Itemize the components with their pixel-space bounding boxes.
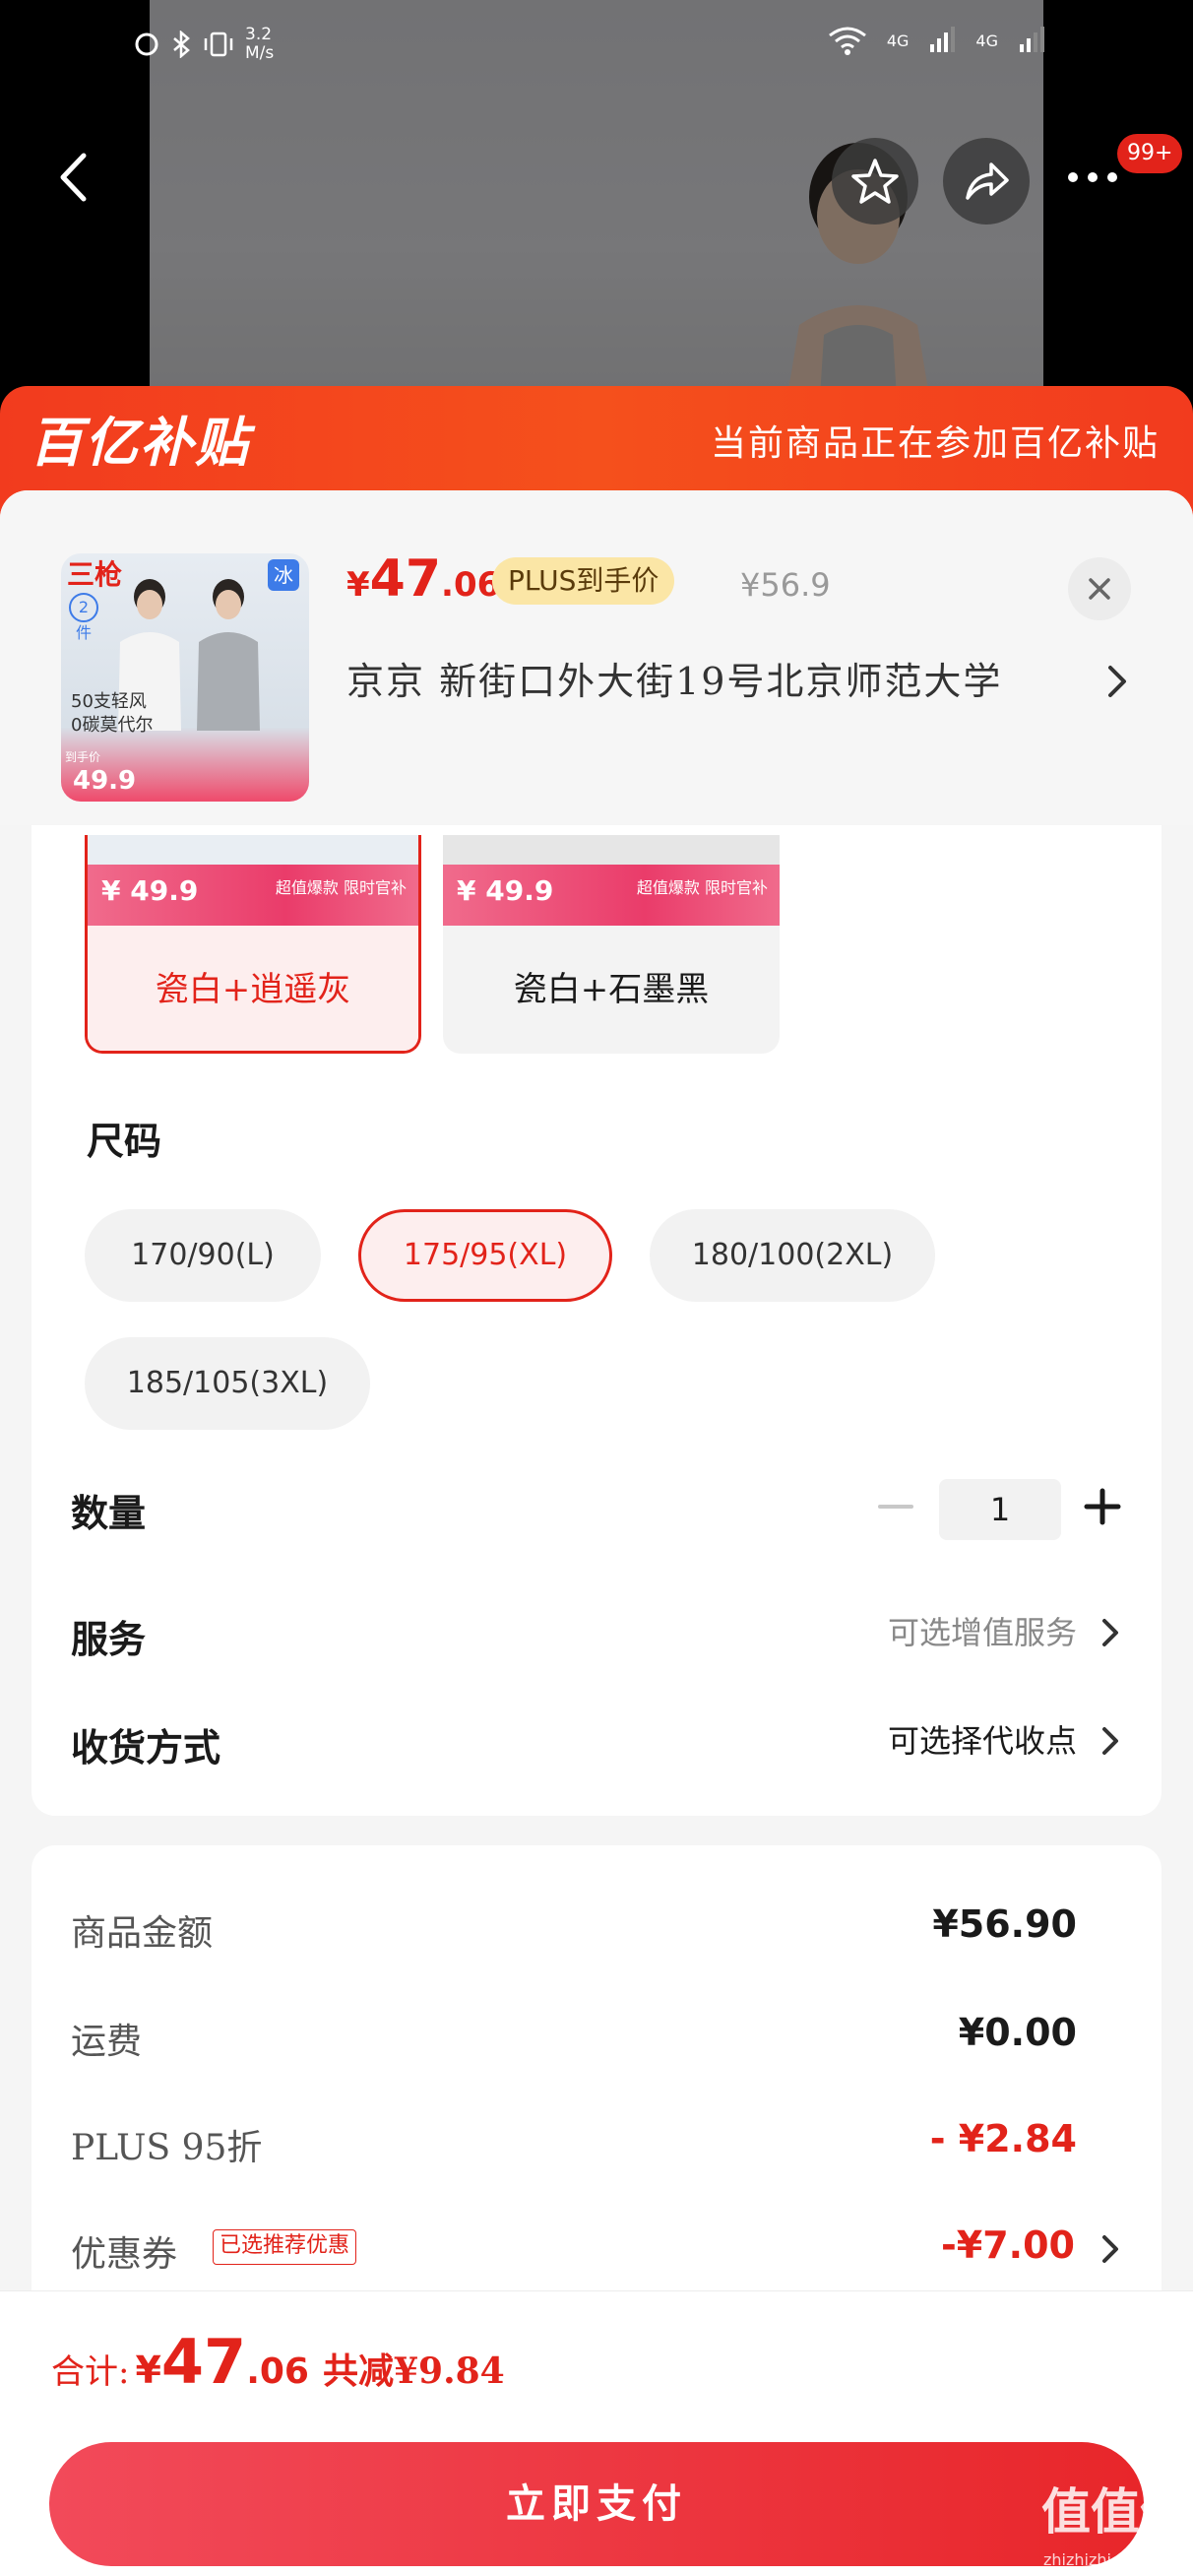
thumbnail-ice-tag: 冰 xyxy=(268,559,299,591)
subsidy-banner-text: 当前商品正在参加百亿补贴 xyxy=(710,423,1160,464)
thumbnail-brand: 三枪 xyxy=(67,558,123,591)
price-integer: 47 xyxy=(369,549,442,609)
more-dot-icon xyxy=(1088,172,1098,182)
thumbnail-price-label: 到手价 xyxy=(65,750,101,764)
total-integer: 47 xyxy=(160,2326,247,2398)
chevron-right-icon[interactable] xyxy=(1099,1723,1122,1759)
color-option-label: 瓷白+逍遥灰 xyxy=(88,926,418,1051)
size-option[interactable]: 180/100(2XL) xyxy=(650,1209,935,1302)
vibrate-icon xyxy=(204,32,233,57)
thumbnail-caption-1: 50支轻风 xyxy=(71,691,147,712)
chevron-right-icon[interactable] xyxy=(1102,660,1132,703)
plus-discount-value: - ¥2.84 xyxy=(929,2117,1077,2160)
service-value[interactable]: 可选增值服务 xyxy=(888,1611,1077,1654)
original-price: ¥56.9 xyxy=(740,566,831,604)
share-button[interactable] xyxy=(943,138,1030,225)
network-label-1: 4G xyxy=(886,31,910,50)
subsidy-logo: 百亿补贴 xyxy=(30,412,250,474)
close-icon xyxy=(1089,578,1110,600)
total-summary: 合计: ¥ 47 .06 共减¥9.84 xyxy=(51,2326,505,2405)
favorite-button[interactable] xyxy=(832,138,918,225)
status-left: 3.2 M/s xyxy=(133,26,274,63)
total-decimal: .06 xyxy=(246,2351,309,2392)
price-currency: ¥ xyxy=(346,565,370,605)
delivery-address[interactable]: 京京 新街口外大街19号北京师范大学 xyxy=(346,652,1002,711)
delivery-method-label: 收货方式 xyxy=(71,1725,221,1770)
chevron-right-icon[interactable] xyxy=(1099,2231,1122,2267)
status-right: 4G 4G xyxy=(828,26,1045,55)
signal-icon-2 xyxy=(1020,27,1044,52)
more-dot-icon xyxy=(1107,172,1117,182)
plus-icon[interactable] xyxy=(1083,1487,1122,1526)
thumbnail-caption-2: 0碳莫代尔 xyxy=(71,715,154,736)
more-dot-icon xyxy=(1068,172,1078,182)
shipping-value: ¥0.00 xyxy=(958,2011,1077,2054)
size-option[interactable]: 185/105(3XL) xyxy=(85,1337,370,1430)
current-price: ¥ 47 .06 xyxy=(346,549,500,618)
size-option[interactable]: 170/90(L) xyxy=(85,1209,321,1302)
coupon-value[interactable]: -¥7.00 xyxy=(941,2223,1075,2267)
plus-discount-label: PLUS 95折 xyxy=(71,2128,263,2168)
size-option-selected[interactable]: 175/95(XL) xyxy=(358,1209,612,1302)
coupon-recommended-tag: 已选推荐优惠 xyxy=(213,2229,357,2265)
shipping-label: 运费 xyxy=(71,2022,143,2062)
quantity-label: 数量 xyxy=(71,1491,147,1535)
back-arrow-icon[interactable] xyxy=(49,148,98,207)
color-option-price: ¥ 49.9 xyxy=(457,874,554,907)
wifi-icon xyxy=(828,27,866,55)
coupon-label: 优惠券 xyxy=(71,2234,178,2275)
color-option-selected[interactable]: ¥ 49.9 超值爆款 限时官补 瓷白+逍遥灰 xyxy=(85,835,421,1054)
total-savings: 共减¥9.84 xyxy=(322,2351,505,2392)
nfc-icon xyxy=(135,32,158,56)
color-option-promo: 超值爆款 限时官补 xyxy=(636,878,768,897)
goods-amount-value: ¥56.90 xyxy=(932,1902,1077,1946)
share-icon xyxy=(966,162,1009,200)
color-option-promo: 超值爆款 限时官补 xyxy=(275,878,407,897)
color-option-image-top xyxy=(443,835,780,865)
color-option[interactable]: ¥ 49.9 超值爆款 限时官补 瓷白+石墨黑 xyxy=(443,835,780,1054)
model-figure-icon xyxy=(197,579,260,731)
color-option-label: 瓷白+石墨黑 xyxy=(443,926,780,1054)
plus-price-tag: PLUS到手价 xyxy=(492,557,675,605)
total-label: 合计: xyxy=(51,2352,130,2392)
network-speed: 3.2 M/s xyxy=(245,25,275,63)
close-button[interactable] xyxy=(1068,557,1131,620)
delivery-method-value[interactable]: 可选择代收点 xyxy=(888,1719,1077,1763)
color-option-price: ¥ 49.9 xyxy=(101,874,199,907)
watermark: 值值值 xyxy=(1041,2483,1189,2541)
thumbnail-price: 49.9 xyxy=(73,766,137,796)
color-option-image-top xyxy=(88,835,418,865)
price-decimal: .06 xyxy=(441,565,501,605)
thumbnail-count-tag: 2件 xyxy=(69,593,98,642)
star-icon xyxy=(851,159,899,204)
network-label-2: 4G xyxy=(975,31,998,50)
bluetooth-icon xyxy=(173,31,190,58)
watermark-url: zhizhizhi.com xyxy=(1043,2550,1151,2569)
service-label: 服务 xyxy=(71,1617,147,1661)
quantity-input[interactable]: 1 xyxy=(939,1479,1061,1540)
message-badge: 99+ xyxy=(1117,134,1183,173)
product-thumbnail: 三枪 冰 2件 50支轻风 0碳莫代尔 到手价 49.9 xyxy=(61,553,309,802)
total-currency: ¥ xyxy=(135,2349,161,2392)
goods-amount-label: 商品金额 xyxy=(71,1913,214,1954)
minus-icon[interactable] xyxy=(876,1487,915,1526)
status-bar: 3.2 M/s 4G 4G xyxy=(0,26,1193,75)
signal-icon-1 xyxy=(930,27,956,52)
chevron-right-icon[interactable] xyxy=(1099,1615,1122,1650)
size-section-title: 尺码 xyxy=(87,1119,162,1163)
pay-now-button[interactable]: 立即支付 xyxy=(49,2442,1144,2566)
